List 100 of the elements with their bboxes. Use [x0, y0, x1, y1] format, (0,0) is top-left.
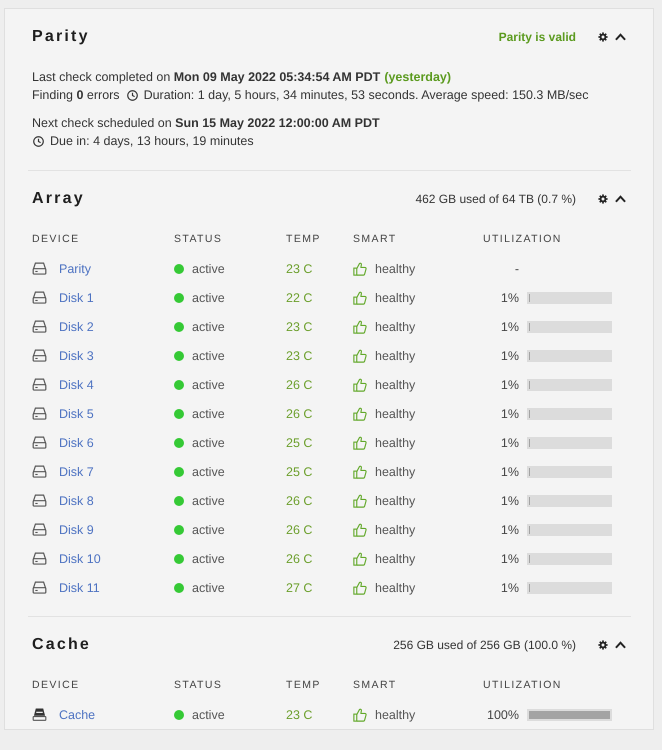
device-link[interactable]: Disk 2 [59, 320, 94, 334]
settings-icon[interactable] [598, 194, 608, 204]
temperature-text: 26 C [286, 406, 312, 420]
temperature-text: 26 C [286, 494, 312, 508]
due-in-text: Due in: 4 days, 13 hours, 19 minutes [50, 134, 254, 148]
hard-drive-icon [32, 349, 47, 362]
utilization-text: 1% [500, 320, 519, 334]
temperature-text: 23 C [286, 262, 312, 276]
drive-icon [32, 708, 47, 721]
thumbs-up-icon [353, 436, 367, 450]
temperature-text: 23 C [286, 320, 312, 334]
device-link[interactable]: Disk 6 [59, 436, 94, 450]
utilization-text: 1% [500, 378, 519, 392]
utilization-text: 1% [500, 494, 519, 508]
thumbs-up-icon [353, 290, 367, 304]
smart-status-text: healthy [375, 320, 416, 334]
thumbs-up-icon [353, 708, 367, 722]
chevron-up-icon[interactable] [615, 641, 626, 649]
utilization-text: 100% [486, 708, 519, 722]
column-header: TEMP [286, 679, 322, 691]
smart-status-text: healthy [375, 464, 416, 478]
thumbs-up-icon [353, 406, 367, 420]
thumbs-up-icon [353, 522, 367, 536]
smart-status-text: healthy [375, 552, 416, 566]
temperature-text: 25 C [286, 436, 312, 450]
thumbs-up-icon [353, 262, 367, 276]
thumbs-up-icon [353, 348, 367, 362]
device-link[interactable]: Parity [59, 262, 91, 276]
device-link[interactable]: Disk 7 [59, 464, 94, 478]
status-text: active [192, 406, 225, 420]
utilization-text: 1% [500, 436, 519, 450]
status-text: active [192, 348, 225, 362]
usage-summary: 256 GB used of 256 GB (100.0 %) [393, 638, 576, 652]
utilization-text: 1% [500, 552, 519, 566]
usage-summary: 462 GB used of 64 TB (0.7 %) [415, 192, 576, 206]
smart-status-text: healthy [375, 262, 416, 276]
thumbs-up-icon [353, 580, 367, 594]
status-text: active [192, 552, 225, 566]
smart-status-text: healthy [375, 406, 416, 420]
hard-drive-icon [32, 581, 47, 594]
column-header: SMART [353, 679, 398, 691]
hard-drive-icon [32, 552, 47, 565]
device-link[interactable]: Disk 10 [59, 552, 101, 566]
smart-status-text: healthy [375, 436, 416, 450]
chevron-up-icon[interactable] [615, 33, 626, 41]
hard-drive-icon [32, 465, 47, 478]
device-link[interactable]: Disk 4 [59, 378, 94, 392]
last-check-relative: (yesterday) [384, 70, 452, 84]
section-title: Cache [32, 636, 92, 654]
hard-drive-icon [32, 378, 47, 391]
next-check-text: Next check scheduled on Sun 15 May 2022 12:00:00 AM PDT [32, 116, 380, 130]
hard-drive-icon [32, 291, 47, 304]
temperature-text: 26 C [286, 522, 312, 536]
column-header: STATUS [174, 679, 224, 691]
temperature-text: 25 C [286, 464, 312, 478]
last-check-text: Last check completed on Mon 09 May 2022 05:34:54 AM PDT [32, 70, 380, 84]
temperature-text: 26 C [286, 378, 312, 392]
status-text: active [192, 262, 225, 276]
utilization-text: 1% [500, 522, 519, 536]
chevron-up-icon[interactable] [615, 195, 626, 203]
temperature-text: 27 C [286, 580, 312, 594]
section-title: Array [32, 190, 86, 208]
device-link[interactable]: Disk 8 [59, 494, 94, 508]
column-header: TEMP [286, 233, 322, 245]
status-text: active [192, 320, 225, 334]
temperature-text: 23 C [286, 708, 312, 722]
hard-drive-icon [32, 407, 47, 420]
settings-icon[interactable] [598, 32, 608, 42]
thumbs-up-icon [353, 378, 367, 392]
utilization-text: 1% [500, 290, 519, 304]
errors-text: Finding 0 errors [32, 88, 120, 102]
temperature-text: 22 C [286, 290, 312, 304]
smart-status-text: healthy [375, 494, 416, 508]
status-text: active [192, 464, 225, 478]
smart-status-text: healthy [375, 580, 416, 594]
column-header: STATUS [174, 233, 224, 245]
smart-status-text: healthy [375, 290, 416, 304]
temperature-text: 23 C [286, 348, 312, 362]
device-link[interactable]: Disk 3 [59, 348, 94, 362]
hard-drive-icon [32, 523, 47, 536]
status-text: active [192, 378, 225, 392]
clock-icon [126, 90, 138, 100]
utilization-text: 1% [500, 464, 519, 478]
device-link[interactable]: Disk 1 [59, 290, 94, 304]
smart-status-text: healthy [375, 348, 416, 362]
hard-drive-icon [32, 262, 47, 275]
status-text: active [192, 708, 225, 722]
device-link[interactable]: Disk 5 [59, 406, 94, 420]
column-header: UTILIZATION [483, 679, 563, 691]
thumbs-up-icon [353, 320, 367, 334]
device-link[interactable]: Cache [59, 708, 96, 722]
thumbs-up-icon [353, 494, 367, 508]
section-title: Parity [32, 28, 91, 46]
device-link[interactable]: Disk 11 [59, 580, 100, 594]
status-text: active [192, 580, 225, 594]
settings-icon[interactable] [598, 640, 608, 650]
duration-text: Duration: 1 day, 5 hours, 34 minutes, 53 seconds. Average speed: 150.3 MB/sec [144, 88, 589, 102]
device-link[interactable]: Disk 9 [59, 522, 94, 536]
utilization-text: - [514, 262, 519, 276]
hard-drive-icon [32, 320, 47, 333]
